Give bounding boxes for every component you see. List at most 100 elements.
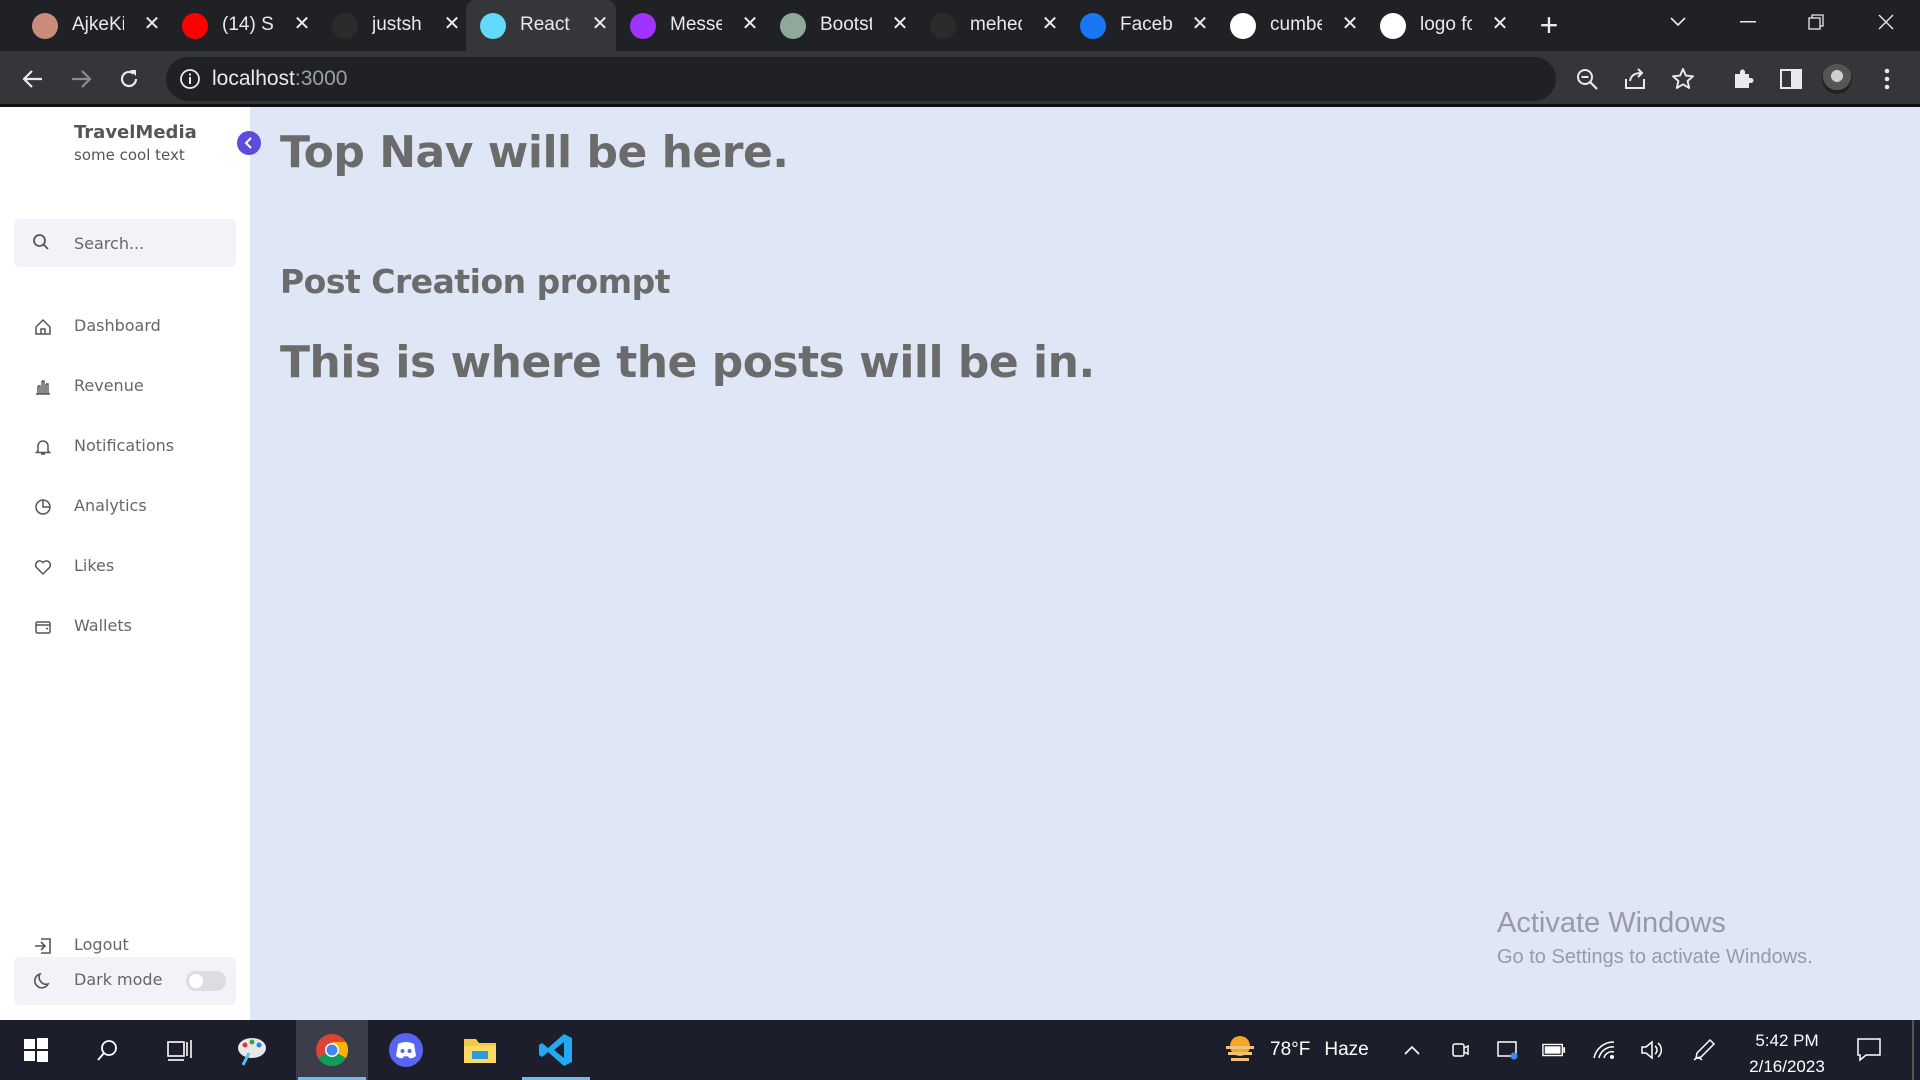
github-favicon-icon [332, 13, 358, 39]
weather-widget[interactable]: 78°F Haze [1222, 1032, 1369, 1068]
main-content: Top Nav will be here. Post Creation prom… [250, 107, 1920, 1020]
dark-mode-label: Dark mode [74, 970, 163, 989]
back-button[interactable] [16, 62, 50, 96]
browser-tab[interactable]: cumbe ✕ [1216, 0, 1366, 51]
battery-icon[interactable] [1542, 1038, 1566, 1062]
side-panel-icon[interactable] [1776, 64, 1806, 94]
tab-title: logo fo [1420, 14, 1472, 35]
sidebar-item-wallets[interactable]: Wallets [14, 603, 236, 651]
tab-title: justsh [372, 14, 422, 35]
search-box[interactable] [14, 219, 236, 267]
search-input[interactable] [74, 231, 224, 255]
close-tab-icon[interactable]: ✕ [290, 12, 314, 36]
post-creation-prompt: Post Creation prompt [280, 262, 671, 301]
facebook-favicon-icon [1080, 13, 1106, 39]
weather-description: Haze [1324, 1039, 1369, 1060]
tab-search-chevron-icon[interactable] [1644, 0, 1712, 44]
github-favicon-icon [930, 13, 956, 39]
chatgpt-favicon-icon [780, 13, 806, 39]
dark-mode-toggle[interactable] [186, 971, 226, 991]
taskbar-discord-app[interactable] [370, 1020, 442, 1080]
extensions-puzzle-icon[interactable] [1728, 64, 1758, 94]
sidebar-item-label: Likes [74, 556, 115, 575]
clock-date: 2/16/2023 [1749, 1057, 1825, 1076]
browser-menu-icon[interactable] [1872, 64, 1902, 94]
sidebar-item-label: Wallets [74, 616, 132, 635]
browser-tab[interactable]: justsh ✕ [318, 0, 468, 51]
sidebar-item-revenue[interactable]: Revenue [14, 363, 236, 411]
browser-tab[interactable]: Bootst ✕ [766, 0, 916, 51]
bookmark-star-icon[interactable] [1668, 64, 1698, 94]
site-info-icon[interactable] [178, 67, 202, 91]
sidebar-item-analytics[interactable]: Analytics [14, 483, 236, 531]
haze-sun-icon [1226, 1036, 1254, 1061]
app-sidebar: TravelMedia some cool text Dashboard Reve… [0, 107, 261, 1020]
browser-tab[interactable]: (14) Su ✕ [168, 0, 318, 51]
watermark-title: Activate Windows [1497, 907, 1726, 939]
browser-tab[interactable]: React / ✕ [466, 0, 616, 51]
vscode-icon [539, 1034, 572, 1066]
logout-icon [35, 938, 51, 954]
close-tab-icon[interactable]: ✕ [440, 12, 464, 36]
wifi-icon[interactable] [1592, 1038, 1616, 1062]
taskbar-chrome-app[interactable] [296, 1020, 368, 1080]
close-tab-icon[interactable]: ✕ [888, 12, 912, 36]
watermark-subtitle: Go to Settings to activate Windows. [1497, 946, 1813, 968]
tab-title: Messe [670, 14, 722, 35]
close-tab-icon[interactable]: ✕ [140, 12, 164, 36]
sidebar-item-likes[interactable]: Likes [14, 543, 236, 591]
task-view-button[interactable] [144, 1020, 216, 1080]
browser-tab[interactable]: logo fo ✕ [1366, 0, 1516, 51]
start-button[interactable] [0, 1020, 72, 1080]
sidebar-item-dashboard[interactable]: Dashboard [14, 303, 236, 351]
close-tab-icon[interactable]: ✕ [738, 12, 762, 36]
address-bar[interactable]: localhost:3000 [166, 57, 1556, 101]
restore-window-button[interactable] [1782, 0, 1850, 44]
minimize-window-button[interactable] [1714, 0, 1782, 44]
browser-tab[interactable]: Facebo ✕ [1066, 0, 1216, 51]
meet-now-icon[interactable] [1448, 1038, 1472, 1062]
toggle-knob [189, 974, 203, 988]
sidebar-item-label: Dashboard [74, 316, 161, 335]
browser-tab[interactable]: Messe ✕ [616, 0, 766, 51]
brand-subtitle: some cool text [74, 146, 185, 164]
react-favicon-icon [480, 13, 506, 39]
profile-avatar[interactable] [1822, 64, 1852, 94]
close-tab-icon[interactable]: ✕ [1188, 12, 1212, 36]
taskbar-paint-app[interactable] [216, 1020, 288, 1080]
taskbar-clock[interactable]: 5:42 PM 2/16/2023 [1730, 1028, 1844, 1080]
search-icon [97, 1040, 117, 1061]
tab-title: Facebo [1120, 14, 1172, 35]
activate-windows-watermark: Activate Windows Go to Settings to activ… [1497, 907, 1813, 969]
pen-icon[interactable] [1692, 1038, 1716, 1062]
zoom-icon[interactable] [1572, 64, 1602, 94]
taskbar-search-button[interactable] [72, 1020, 144, 1080]
windows-taskbar: 78°F Haze 5:42 PM 2/16/2023 [0, 1020, 1920, 1080]
show-hidden-icons-chevron-icon[interactable] [1400, 1038, 1424, 1062]
display-capture-icon[interactable] [1496, 1038, 1520, 1062]
pie-chart-icon [35, 499, 51, 515]
taskbar-vscode-app[interactable] [520, 1020, 592, 1080]
close-tab-icon[interactable]: ✕ [588, 12, 612, 36]
tab-title: mehed [970, 14, 1022, 35]
brand-name: TravelMedia [74, 122, 197, 143]
reload-button[interactable] [112, 62, 146, 96]
google-favicon-icon [1380, 13, 1406, 39]
browser-tab[interactable]: mehed ✕ [916, 0, 1066, 51]
url-text: localhost:3000 [212, 67, 348, 90]
close-tab-icon[interactable]: ✕ [1038, 12, 1062, 36]
new-tab-button[interactable]: + [1533, 9, 1565, 42]
notification-center-icon[interactable] [1856, 1036, 1882, 1067]
collapse-sidebar-button[interactable] [237, 131, 261, 155]
share-icon[interactable] [1620, 64, 1650, 94]
forward-button[interactable] [64, 62, 98, 96]
close-tab-icon[interactable]: ✕ [1488, 12, 1512, 36]
browser-tab[interactable]: AjkeKi ✕ [18, 0, 168, 51]
volume-icon[interactable] [1640, 1038, 1664, 1062]
show-desktop-button[interactable] [1912, 1020, 1914, 1080]
close-window-button[interactable] [1852, 0, 1920, 44]
close-tab-icon[interactable]: ✕ [1338, 12, 1362, 36]
paint-icon [238, 1038, 266, 1066]
sidebar-item-notifications[interactable]: Notifications [14, 423, 236, 471]
taskbar-file-explorer-app[interactable] [444, 1020, 516, 1080]
